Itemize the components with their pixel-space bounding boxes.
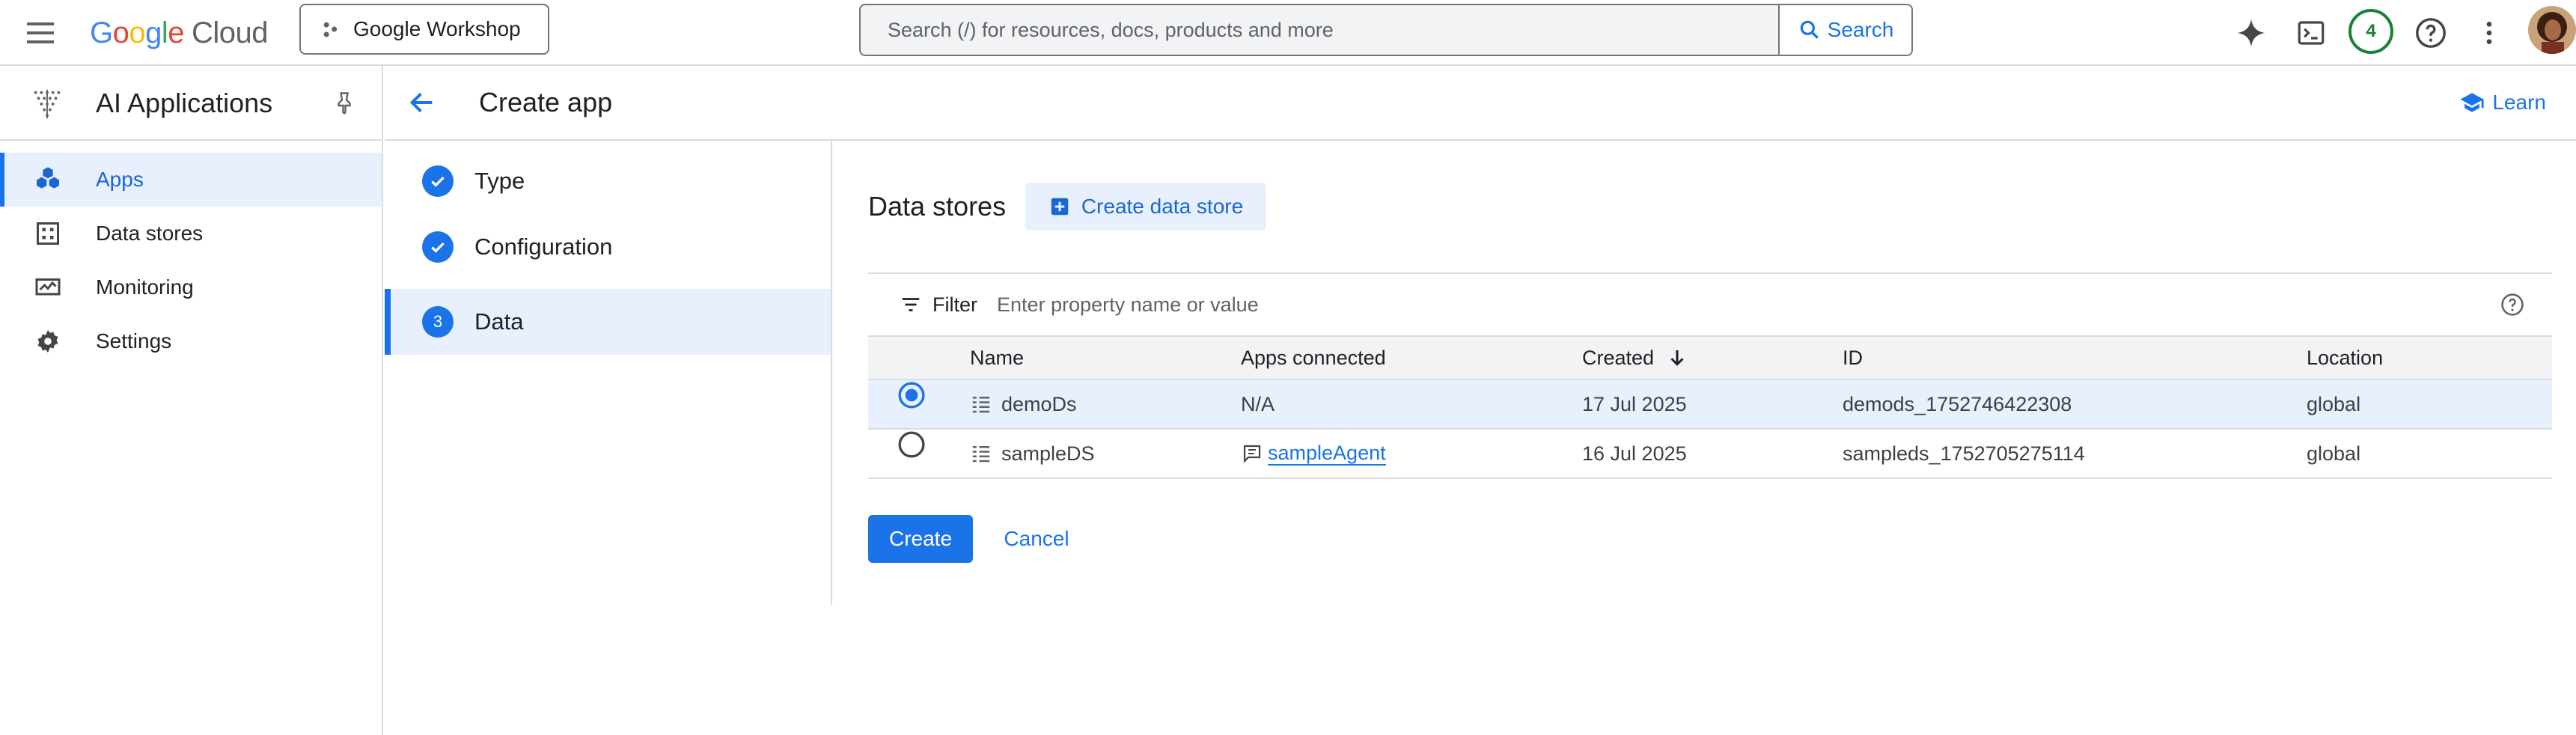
more-vert-icon[interactable] <box>2470 13 2509 52</box>
create-app-stepper: Type Configuration 3 Data <box>385 141 832 605</box>
data-store-name: sampleDS <box>1001 442 1095 465</box>
data-stores-icon <box>33 219 63 248</box>
search-bar[interactable]: Search (/) for resources, docs, products… <box>859 4 1913 56</box>
help-icon[interactable] <box>2411 13 2450 52</box>
table-row[interactable]: sampleDS sampleAgent 16 Jul 2025 sampled… <box>868 430 2552 479</box>
logo-letter: o <box>129 16 146 49</box>
content-header: Create app Learn <box>385 66 2576 141</box>
apps-connected-cell: sampleAgent <box>1241 430 1386 478</box>
sidebar-item-monitoring[interactable]: Monitoring <box>0 260 382 314</box>
data-store-name: demoDs <box>1001 392 1077 415</box>
school-icon <box>2459 90 2485 115</box>
top-bar: Google Cloud Google Workshop Search (/) … <box>0 0 2576 66</box>
apps-connected-value: N/A <box>1241 392 1275 415</box>
id-value: sampleds_1752705275114 <box>1843 442 2085 465</box>
add-box-icon <box>1049 195 1071 218</box>
column-header-id[interactable]: ID <box>1843 337 1863 379</box>
filter-button[interactable]: Filter <box>900 274 977 335</box>
step-label: Data <box>474 308 524 335</box>
avatar[interactable] <box>2528 6 2576 54</box>
terminal-icon[interactable] <box>2292 13 2331 52</box>
created-value: 17 Jul 2025 <box>1582 392 1687 415</box>
step-configuration[interactable]: Configuration <box>385 214 831 280</box>
table-header: Name Apps connected Created ID Location <box>868 335 2552 380</box>
create-data-store-button[interactable]: Create data store <box>1025 183 1266 231</box>
filter-input[interactable]: Enter property name or value <box>997 274 1259 335</box>
sidebar-item-label: Apps <box>96 168 144 191</box>
project-icon <box>320 19 341 40</box>
radio-selected[interactable] <box>897 380 927 410</box>
column-header-name[interactable]: Name <box>970 337 1024 379</box>
arrow-down-icon <box>1666 347 1688 369</box>
step-label: Configuration <box>474 234 613 260</box>
notifications-badge[interactable]: 4 <box>2348 9 2393 54</box>
menu-icon[interactable] <box>22 15 58 51</box>
radio-unselected[interactable] <box>897 430 927 460</box>
column-header-location[interactable]: Location <box>2307 337 2383 379</box>
monitoring-icon <box>33 272 63 302</box>
filter-label: Filter <box>933 293 977 316</box>
logo-letter: G <box>90 16 113 49</box>
chat-icon <box>1241 442 1263 465</box>
column-header-created-label: Created <box>1582 346 1655 369</box>
id-value: demods_1752746422308 <box>1843 392 2072 415</box>
pin-icon[interactable] <box>331 90 358 117</box>
search-input[interactable]: Search (/) for resources, docs, products… <box>888 5 1334 55</box>
data-store-name-cell: sampleDS <box>970 430 1095 478</box>
step-data[interactable]: 3 Data <box>385 289 831 355</box>
sample-agent-link[interactable]: sampleAgent <box>1268 442 1386 466</box>
search-button-label: Search <box>1827 18 1894 41</box>
create-data-store-label: Create data store <box>1081 195 1244 218</box>
logo-letter: e <box>168 16 185 49</box>
sidebar-item-label: Data stores <box>96 222 204 245</box>
logo-cloud-text: Cloud <box>192 16 269 49</box>
step-label: Type <box>474 168 525 194</box>
sidebar-item-apps[interactable]: Apps <box>0 153 382 207</box>
logo-letter: o <box>112 16 129 49</box>
ai-applications-icon <box>30 87 64 121</box>
logo-letter: g <box>145 16 162 49</box>
column-header-apps-connected[interactable]: Apps connected <box>1241 337 1386 379</box>
step-type[interactable]: Type <box>385 148 831 214</box>
sidebar-item-label: Settings <box>96 329 172 353</box>
cancel-button[interactable]: Cancel <box>988 515 1085 563</box>
search-icon <box>1798 18 1822 42</box>
logo-letter: l <box>161 16 168 49</box>
check-circle-icon <box>422 165 454 197</box>
learn-label: Learn <box>2492 91 2546 114</box>
left-navigation: AI Applications Apps Data stores Monitor… <box>0 66 383 735</box>
product-header: AI Applications <box>0 66 382 141</box>
data-stores-title: Data stores <box>868 191 1007 222</box>
column-header-created[interactable]: Created <box>1582 337 1688 379</box>
settings-icon <box>33 326 63 356</box>
location-value: global <box>2307 442 2361 465</box>
filter-icon <box>900 293 922 316</box>
apps-icon <box>33 165 63 195</box>
project-selector-button[interactable]: Google Workshop <box>299 4 549 55</box>
gemini-sparkle-icon[interactable] <box>2232 13 2271 52</box>
table-row[interactable]: demoDs N/A 17 Jul 2025 demods_1752746422… <box>868 380 2552 430</box>
data-store-name-cell: demoDs <box>970 380 1077 428</box>
page-title: Create app <box>479 87 613 118</box>
location-value: global <box>2307 392 2361 415</box>
learn-link[interactable]: Learn <box>2459 66 2546 139</box>
google-cloud-logo[interactable]: Google Cloud <box>90 10 269 55</box>
check-circle-icon <box>422 231 454 263</box>
step-number: 3 <box>422 306 454 338</box>
data-store-icon <box>970 442 992 465</box>
create-button[interactable]: Create <box>868 515 973 563</box>
created-value: 16 Jul 2025 <box>1582 442 1687 465</box>
data-store-icon <box>970 393 992 415</box>
search-button[interactable]: Search <box>1778 5 1911 55</box>
filter-bar[interactable]: Filter Enter property name or value <box>868 272 2552 335</box>
back-arrow-icon[interactable] <box>407 88 437 118</box>
sidebar-item-settings[interactable]: Settings <box>0 314 382 368</box>
sidebar-item-label: Monitoring <box>96 275 194 299</box>
project-name: Google Workshop <box>353 17 521 40</box>
product-title: AI Applications <box>96 88 273 118</box>
help-icon[interactable] <box>2500 292 2525 317</box>
sidebar-item-data-stores[interactable]: Data stores <box>0 207 382 260</box>
